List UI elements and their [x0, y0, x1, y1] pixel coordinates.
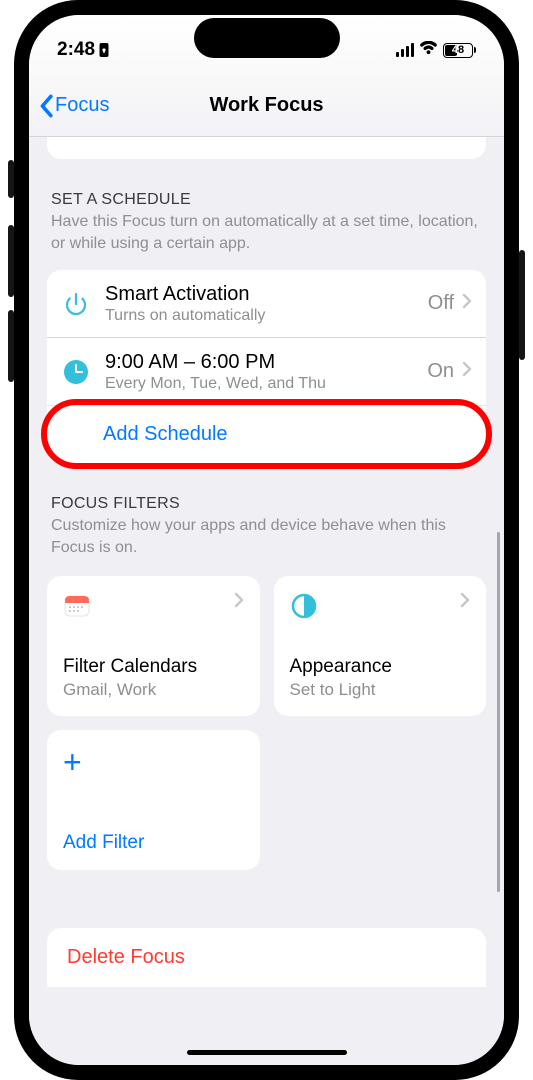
dynamic-island [194, 18, 340, 58]
calendar-icon [63, 592, 91, 620]
navigation-bar: Focus Work Focus [29, 75, 504, 137]
phone-frame: 2:48 48 [14, 0, 519, 1080]
wifi-icon [419, 41, 438, 60]
back-label: Focus [55, 94, 109, 117]
scroll-indicator [497, 532, 500, 892]
power-icon [61, 289, 91, 319]
battery-indicator: 48 [443, 43, 476, 58]
clock-icon [61, 357, 91, 387]
section-title-schedule: SET A SCHEDULE [51, 191, 482, 209]
smart-activation-status: Off [428, 292, 454, 315]
schedule-section: SET A SCHEDULE Have this Focus turn on a… [29, 191, 504, 463]
smart-activation-sub: Turns on automatically [105, 307, 428, 325]
smart-activation-row[interactable]: Smart Activation Turns on automatically … [47, 270, 486, 337]
delete-focus-button[interactable]: Delete Focus [47, 928, 486, 987]
filters-section: FOCUS FILTERS Customize how your apps an… [29, 495, 504, 870]
schedule-card-group: Smart Activation Turns on automatically … [47, 270, 486, 463]
chevron-right-icon [462, 293, 472, 314]
section-title-filters: FOCUS FILTERS [51, 495, 482, 513]
add-filter-tile[interactable]: + Add Filter [47, 730, 260, 870]
chevron-right-icon [234, 592, 244, 613]
smart-activation-title: Smart Activation [105, 282, 428, 306]
battery-percent: 48 [444, 44, 472, 56]
time-schedule-row[interactable]: 9:00 AM – 6:00 PM Every Mon, Tue, Wed, a… [47, 337, 486, 405]
filter-calendars-tile[interactable]: Filter Calendars Gmail, Work [47, 576, 260, 716]
add-schedule-button[interactable]: Add Schedule [47, 405, 486, 463]
time-schedule-status: On [427, 360, 454, 383]
cellular-signal-icon [396, 43, 414, 57]
time-text: 2:48 [57, 39, 95, 61]
time-schedule-title: 9:00 AM – 6:00 PM [105, 350, 427, 374]
previous-card-peek [47, 137, 486, 159]
section-desc-schedule: Have this Focus turn on automatically at… [51, 211, 482, 254]
time-schedule-sub: Every Mon, Tue, Wed, and Thu [105, 375, 427, 393]
chevron-right-icon [460, 592, 470, 613]
home-indicator[interactable] [187, 1050, 347, 1055]
appearance-tile[interactable]: Appearance Set to Light [274, 576, 487, 716]
add-filter-label: Add Filter [63, 832, 244, 854]
phone-screen: 2:48 48 [29, 15, 504, 1065]
section-desc-filters: Customize how your apps and device behav… [51, 515, 482, 558]
calendar-tile-sub: Gmail, Work [63, 680, 244, 700]
appearance-tile-sub: Set to Light [290, 680, 471, 700]
appearance-icon [290, 592, 318, 620]
delete-focus-label: Delete Focus [67, 946, 466, 969]
add-schedule-label: Add Schedule [103, 423, 228, 446]
content-scroll[interactable]: SET A SCHEDULE Have this Focus turn on a… [29, 137, 504, 1065]
chevron-left-icon [37, 94, 55, 118]
status-time: 2:48 [57, 39, 110, 61]
portrait-lock-icon [98, 42, 110, 58]
plus-icon: + [63, 746, 82, 778]
back-button[interactable]: Focus [37, 94, 109, 118]
appearance-tile-title: Appearance [290, 656, 471, 678]
calendar-tile-title: Filter Calendars [63, 656, 244, 678]
chevron-right-icon [462, 361, 472, 382]
status-icons: 48 [396, 41, 476, 60]
